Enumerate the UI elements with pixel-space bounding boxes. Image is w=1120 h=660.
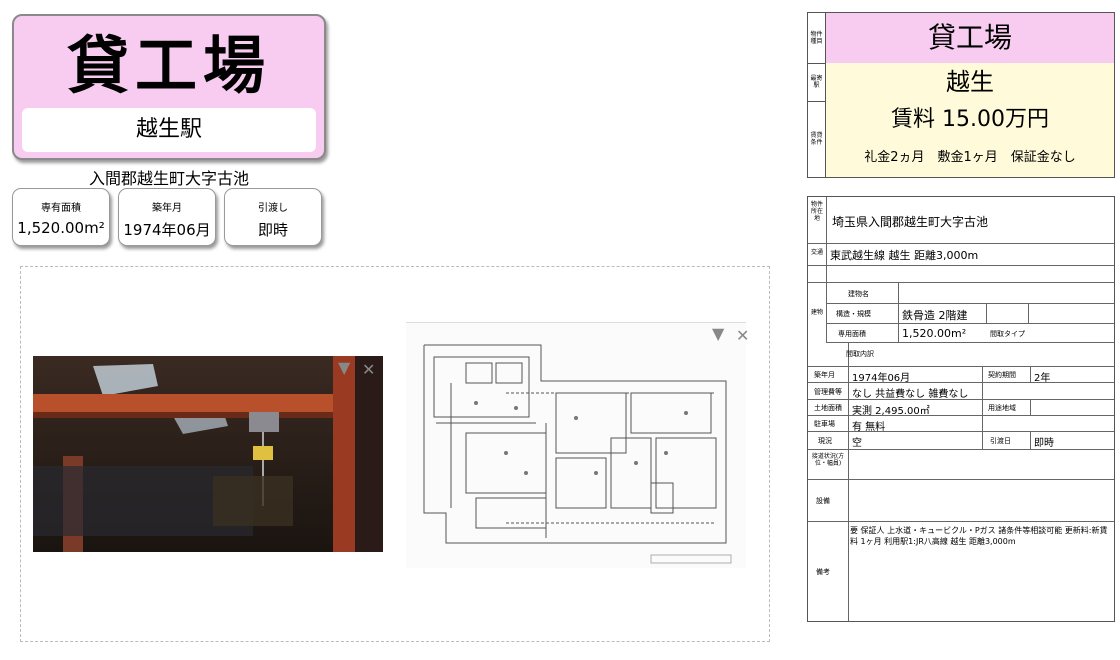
area-label: 専用面積 [838,330,866,338]
summary-station-value: 越生 [826,63,1114,101]
transport-value: 東武越生線 越生 距離3,000m [830,249,979,262]
location-label: 物件所在地 [810,201,823,222]
remarks-label: 備考 [816,568,830,576]
summary-station-label: 最寄駅 [808,63,826,101]
built-value: 1974年06月 [852,373,911,384]
station-name: 越生駅 [135,117,202,142]
station-box: 越生駅 [22,108,316,152]
info-card-value: 即時 [257,221,288,239]
info-card-value: 1,520.00m² [17,219,105,237]
factory-interior-photo[interactable] [33,356,383,552]
fees-label: 管理費等 [814,388,842,396]
status-label: 現況 [818,437,832,445]
equipment-label: 設備 [816,497,830,505]
parking-value: 有 無料 [852,422,886,433]
summary-terms-label: 賃貸条件 [808,101,826,177]
info-card-label: 引渡し [258,203,288,214]
info-card-value: 1974年06月 [123,221,211,239]
summary-row-type: 物件種目 貸工場 [808,13,1114,64]
listing-title: 貸工場 [66,29,271,102]
address-line: 入間郡越生町大字古池 [88,169,249,188]
info-card-area: 専有面積 1,520.00m² [12,188,110,246]
handover-value: 即時 [1034,438,1054,449]
land-label: 土地面積 [814,404,842,412]
layout-type-label: 間取タイプ [990,330,1025,338]
building-name-label: 建物名 [848,290,869,298]
road-label: 接道状況(方位・幅員) [811,453,845,467]
photo1-close-button[interactable]: ✕ [362,360,375,379]
structure-value: 鉄骨造 2階建 [902,309,968,322]
summary-rent: 賃料 15.00万円 [826,101,1114,140]
layout-detail-label: 間取内訳 [846,350,874,358]
parking-label: 駐車場 [814,420,835,428]
status-value: 空 [852,438,862,449]
land-value: 実測 2,495.00㎡ [852,406,930,417]
info-card-label: 築年月 [152,203,182,214]
fees-value: なし 共益費なし 雑費なし [852,389,969,400]
summary-row-terms: 賃貸条件 賃料 15.00万円 礼金2ヵ月 敷金1ヶ月 保証金なし [808,101,1114,177]
summary-type-label: 物件種目 [808,13,826,63]
zoning-label: 用途地域 [988,404,1016,412]
listing-title-card: 貸工場 越生駅 [12,14,326,160]
photo2-sort-button[interactable]: ▼ [712,324,724,343]
transport-label: 交通 [810,249,823,256]
contract-value: 2年 [1034,373,1051,384]
floor-plan-drawing [423,344,732,564]
photo2-close-button[interactable]: ✕ [736,326,749,345]
floor-plan-image[interactable] [406,322,746,568]
built-label: 築年月 [814,371,835,379]
summary-table: 物件種目 貸工場 最寄駅 越生 賃貸条件 賃料 15.00万円 礼金2ヵ月 敷金… [807,12,1115,178]
photo1-sort-button[interactable]: ▼ [338,358,350,377]
summary-row-station: 最寄駅 越生 [808,63,1114,102]
area-value: 1,520.00m² [902,327,967,340]
contract-label: 契約期間 [988,371,1016,379]
summary-type-value: 貸工場 [826,13,1114,63]
factory-interior-image [33,356,383,552]
building-label: 建物 [810,309,823,316]
structure-label: 構造・規模 [836,310,871,318]
location-value: 埼玉県入間郡越生町大字古池 [832,215,989,229]
info-card-label: 専有面積 [41,203,81,214]
remarks-value: 要 保証人 上水道・キュービクル・Pガス 諸条件等相談可能 更新料:新賃料 1ヶ… [850,526,1108,546]
handover-label: 引渡日 [990,437,1011,445]
info-card-handover: 引渡し 即時 [224,188,322,246]
detail-table: 物件所在地 埼玉県入間郡越生町大字古池 交通 東武越生線 越生 距離3,000m… [807,196,1115,622]
info-card-built: 築年月 1974年06月 [118,188,216,246]
summary-deposit: 礼金2ヵ月 敷金1ヶ月 保証金なし [826,139,1114,177]
